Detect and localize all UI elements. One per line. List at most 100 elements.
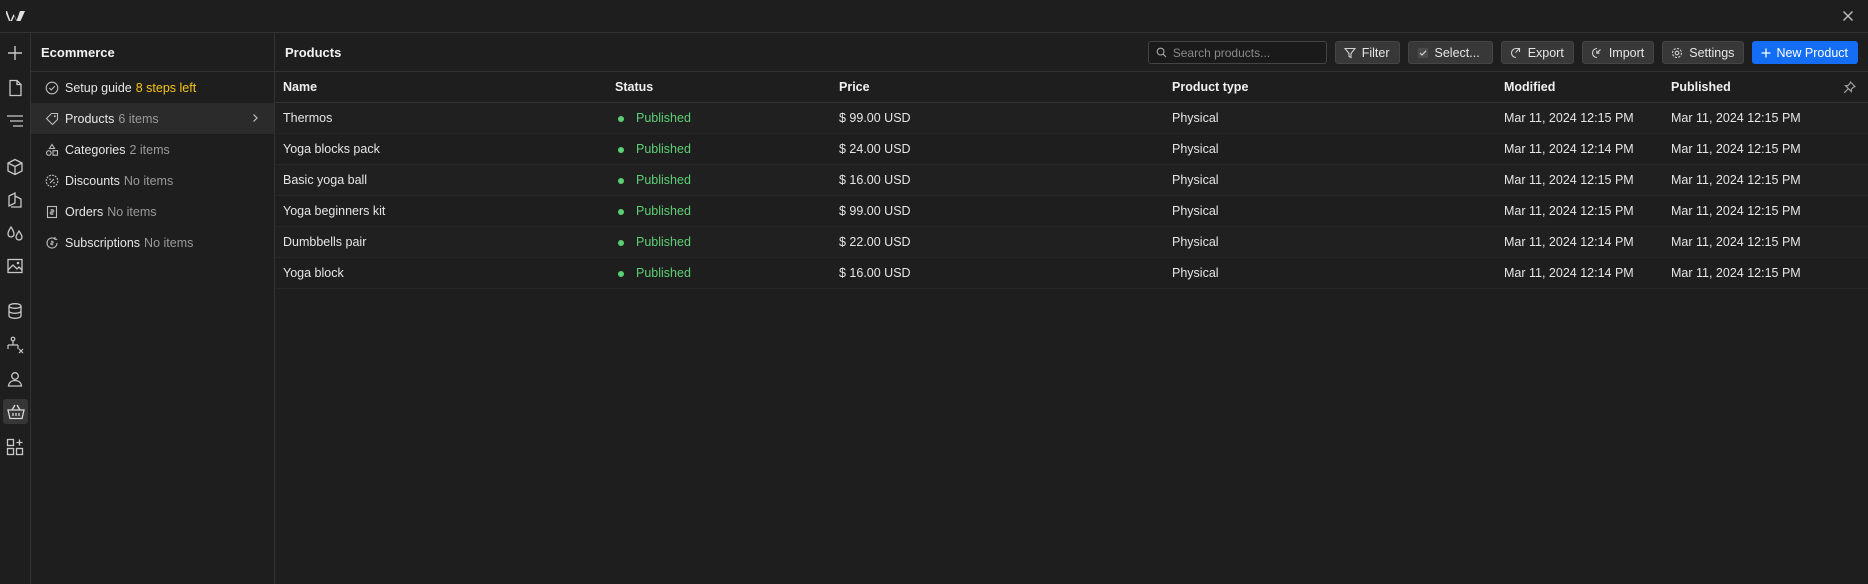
search-box[interactable]: [1147, 41, 1327, 64]
checkbox-icon: [1417, 47, 1429, 59]
status-badge: Published: [615, 227, 691, 258]
table-row[interactable]: Thermos Published $ 99.00 USD Physical M…: [275, 103, 1868, 134]
toolbar: Filter Select... Export: [1147, 41, 1858, 64]
product-price: $ 16.00 USD: [839, 266, 911, 280]
sidebar-item-count: 2 items: [129, 142, 170, 157]
variables-icon[interactable]: [5, 223, 25, 243]
filter-button-label: Filter: [1361, 45, 1390, 60]
products-table: Name Status Price Product type Modified …: [275, 72, 1868, 289]
status-badge: Published: [615, 165, 691, 196]
import-button[interactable]: Import: [1581, 41, 1655, 64]
product-name: Basic yoga ball: [283, 173, 368, 187]
sidebar-item-discounts[interactable]: Discounts No items: [31, 165, 274, 196]
product-type: Physical: [1172, 266, 1219, 280]
column-header-status[interactable]: Status: [615, 72, 653, 103]
sidebar-item-categories[interactable]: Categories 2 items: [31, 134, 274, 165]
ecommerce-icon[interactable]: [3, 399, 28, 424]
product-type: Physical: [1172, 111, 1219, 125]
published-date: Mar 11, 2024 12:15 PM: [1671, 235, 1801, 249]
sidebar-item-setup-guide[interactable]: Setup guide 8 steps left: [31, 72, 274, 103]
settings-button[interactable]: Settings: [1662, 41, 1745, 64]
status-dot: [618, 239, 624, 246]
import-button-label: Import: [1608, 45, 1645, 60]
modified-date: Mar 11, 2024 12:14 PM: [1504, 235, 1634, 249]
table-row[interactable]: Dumbbells pair Published $ 22.00 USD Phy…: [275, 227, 1868, 258]
receipt-icon: [45, 205, 59, 219]
settings-button-label: Settings: [1689, 45, 1735, 60]
product-price: $ 22.00 USD: [839, 235, 911, 249]
new-product-button[interactable]: New Product: [1752, 41, 1858, 64]
cms-icon[interactable]: [5, 301, 25, 321]
status-dot: [618, 177, 624, 184]
webflow-logo-icon[interactable]: [6, 7, 26, 25]
modified-date: Mar 11, 2024 12:15 PM: [1504, 111, 1634, 125]
export-button-label: Export: [1527, 45, 1564, 60]
navigator-icon[interactable]: [5, 111, 25, 131]
plus-icon[interactable]: [5, 43, 25, 63]
sidebar-item-products[interactable]: Products 6 items: [31, 103, 274, 134]
column-header-name[interactable]: Name: [283, 72, 317, 103]
sidebar-item-label: Discounts: [65, 173, 120, 188]
product-type: Physical: [1172, 173, 1219, 187]
subscription-icon: [45, 236, 59, 250]
status-badge: Published: [615, 134, 691, 165]
column-header-modified[interactable]: Modified: [1504, 72, 1555, 103]
sidebar-item-label: Categories: [65, 142, 126, 157]
components-icon[interactable]: [5, 157, 25, 177]
close-icon[interactable]: [1840, 8, 1856, 24]
import-icon: [1591, 47, 1603, 59]
column-header-published[interactable]: Published: [1671, 72, 1731, 103]
sidebar-item-subscriptions[interactable]: Subscriptions No items: [31, 227, 274, 258]
status-label: Published: [636, 235, 691, 249]
style-manager-icon[interactable]: [5, 190, 25, 210]
panel-title: Ecommerce: [31, 33, 274, 72]
sidebar-item-count: No items: [107, 204, 157, 219]
page-title: Products: [285, 45, 342, 60]
plus-icon: [1761, 48, 1771, 58]
ecommerce-panel: Ecommerce Setup guide 8 steps left Produ…: [31, 33, 275, 584]
search-input[interactable]: [1172, 45, 1313, 60]
export-icon: [1510, 47, 1522, 59]
logic-icon[interactable]: [5, 335, 25, 355]
export-button[interactable]: Export: [1500, 41, 1574, 64]
table-row[interactable]: Yoga blocks pack Published $ 24.00 USD P…: [275, 134, 1868, 165]
main-header: Products Filter: [275, 33, 1868, 72]
column-header-product-type[interactable]: Product type: [1172, 72, 1248, 103]
tag-icon: [45, 112, 59, 126]
filter-icon: [1343, 47, 1356, 59]
table-row[interactable]: Basic yoga ball Published $ 16.00 USD Ph…: [275, 165, 1868, 196]
sidebar-item-orders[interactable]: Orders No items: [31, 196, 274, 227]
status-dot: [618, 208, 624, 215]
left-rail: [0, 33, 31, 584]
product-name: Thermos: [283, 111, 333, 125]
published-date: Mar 11, 2024 12:15 PM: [1671, 173, 1801, 187]
product-price: $ 16.00 USD: [839, 173, 911, 187]
status-dot: [618, 115, 624, 122]
modified-date: Mar 11, 2024 12:15 PM: [1504, 173, 1634, 187]
select-button-label: Select...: [1434, 45, 1480, 60]
modified-date: Mar 11, 2024 12:14 PM: [1504, 142, 1634, 156]
apps-icon[interactable]: [5, 437, 25, 457]
status-dot: [618, 146, 624, 153]
table-row[interactable]: Yoga block Published $ 16.00 USD Physica…: [275, 258, 1868, 289]
assets-icon[interactable]: [5, 256, 25, 276]
page-icon[interactable]: [5, 78, 25, 98]
published-date: Mar 11, 2024 12:15 PM: [1671, 266, 1801, 280]
filter-button[interactable]: Filter: [1334, 41, 1400, 64]
app-window: Ecommerce Setup guide 8 steps left Produ…: [0, 0, 1868, 584]
users-icon[interactable]: [5, 369, 25, 389]
product-type: Physical: [1172, 142, 1219, 156]
pin-icon[interactable]: [1843, 81, 1856, 94]
select-button[interactable]: Select...: [1407, 41, 1493, 64]
published-date: Mar 11, 2024 12:15 PM: [1671, 204, 1801, 218]
discount-badge-icon: [45, 174, 59, 188]
status-dot: [618, 270, 624, 277]
check-circle-icon: [45, 81, 59, 95]
product-name: Yoga blocks pack: [283, 142, 380, 156]
sidebar-item-count: 6 items: [118, 111, 159, 126]
sidebar-item-count: No items: [123, 173, 174, 188]
column-header-price[interactable]: Price: [839, 72, 870, 103]
status-badge: Published: [615, 103, 691, 134]
modified-date: Mar 11, 2024 12:15 PM: [1504, 204, 1634, 218]
table-row[interactable]: Yoga beginners kit Published $ 99.00 USD…: [275, 196, 1868, 227]
